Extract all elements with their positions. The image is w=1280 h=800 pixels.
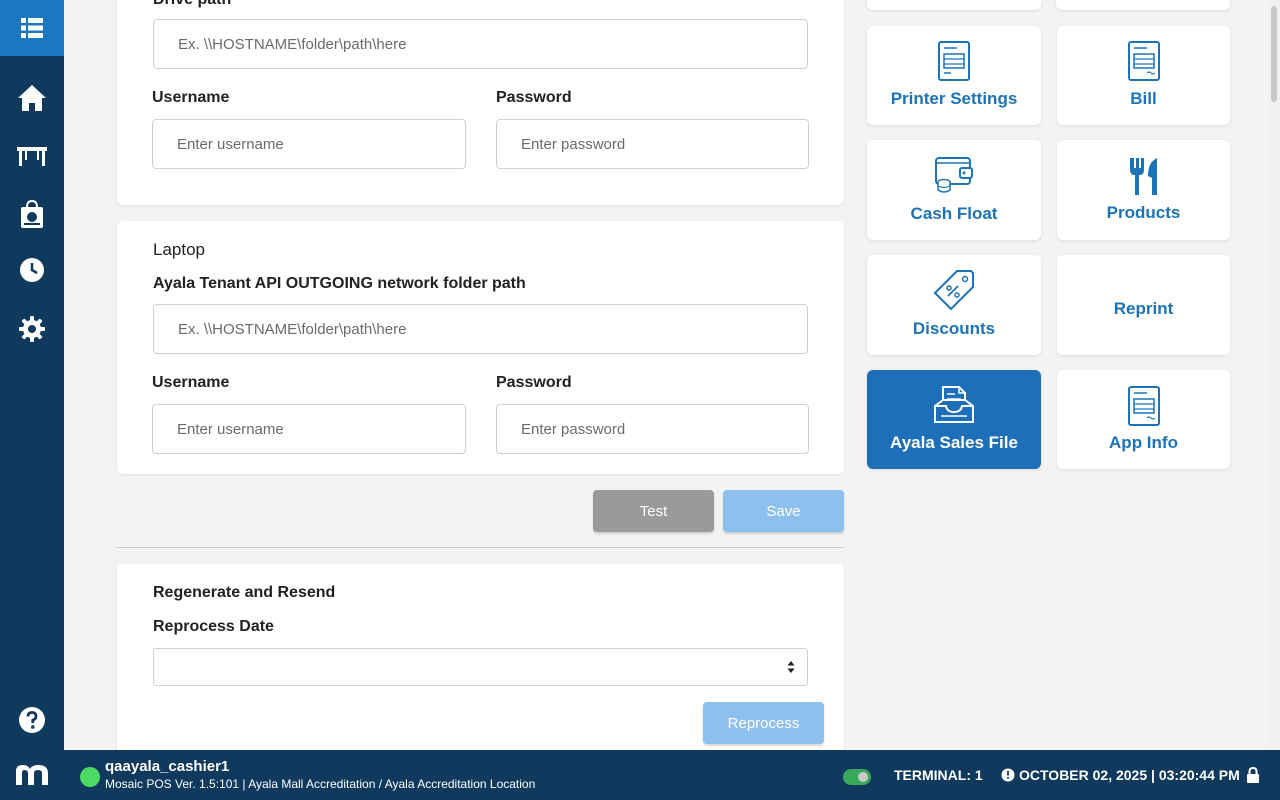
tile-label: Ayala Sales File — [890, 433, 1018, 452]
laptop-path-input[interactable] — [153, 304, 808, 354]
terminal-label: TERMINAL: 1 — [894, 767, 983, 783]
inbox-file-icon — [934, 386, 974, 423]
wallet-coins-icon — [935, 157, 973, 193]
drive-username-label: Username — [152, 89, 230, 106]
reprocess-date-label: Reprocess Date — [153, 618, 274, 635]
tile-label: Products — [1106, 203, 1181, 222]
mosaic-logo — [0, 750, 64, 800]
grid-menu-icon — [21, 18, 43, 38]
reprocess-date-select[interactable] — [153, 648, 808, 686]
discount-tag-icon — [933, 270, 974, 311]
sidebar-item-tables[interactable] — [0, 134, 64, 178]
laptop-password-label: Password — [496, 374, 572, 391]
drive-path-input[interactable] — [153, 19, 808, 69]
connection-toggle[interactable] — [843, 769, 871, 785]
version-info: Mosaic POS Ver. 1.5:101 | Ayala Mall Acc… — [105, 777, 536, 791]
scrollbar-thumb[interactable] — [1271, 6, 1277, 102]
vertical-scrollbar[interactable] — [1268, 0, 1280, 750]
tile-ayala-sales-file[interactable]: Ayala Sales File — [867, 370, 1041, 469]
laptop-password-input[interactable] — [496, 404, 809, 454]
table-icon — [17, 147, 47, 166]
fork-knife-icon — [1129, 158, 1157, 195]
tile-printer-settings[interactable]: Printer Settings — [867, 26, 1041, 125]
tile-discounts[interactable]: Discounts — [867, 255, 1041, 355]
lock-icon[interactable] — [1246, 767, 1260, 783]
laptop-path-label: Ayala Tenant API OUTGOING network folder… — [153, 275, 526, 292]
section-divider — [117, 547, 844, 548]
clock-icon — [20, 258, 44, 282]
tile-partial-left[interactable] — [867, 0, 1041, 10]
printer-doc-icon — [938, 41, 970, 81]
cashier-username: qaayala_cashier1 — [105, 758, 230, 775]
laptop-username-label: Username — [152, 374, 230, 391]
tile-label: Reprint — [1113, 299, 1174, 318]
online-status-dot — [80, 767, 100, 787]
sidebar-item-settings[interactable] — [0, 307, 64, 351]
test-button[interactable]: Test — [593, 490, 714, 532]
drive-password-input[interactable] — [496, 119, 809, 169]
reprocess-button[interactable]: Reprocess — [703, 702, 824, 744]
tile-label: Cash Float — [910, 204, 998, 223]
mosaic-logo-icon — [16, 765, 48, 785]
save-button[interactable]: Save — [723, 490, 844, 532]
takeout-bag-icon — [21, 199, 43, 228]
help-icon — [19, 707, 45, 733]
tile-app-info[interactable]: App Info — [1057, 370, 1230, 469]
tile-bill[interactable]: Bill — [1057, 26, 1230, 125]
tile-label: Bill — [1130, 89, 1157, 108]
laptop-username-input[interactable] — [152, 404, 466, 454]
drive-path-label: Drive path — [153, 0, 231, 9]
drive-username-input[interactable] — [152, 119, 466, 169]
sidebar-item-help[interactable] — [0, 698, 64, 742]
datetime-display: OCTOBER 02, 2025 | 03:20:44 PM — [1019, 767, 1240, 783]
gear-icon — [19, 316, 45, 342]
sidebar-item-takeout[interactable] — [0, 192, 64, 236]
sidebar-item-home[interactable] — [0, 76, 64, 120]
tile-partial-right[interactable] — [1056, 0, 1230, 10]
tile-cash-float[interactable]: Cash Float — [867, 140, 1041, 240]
sidebar — [0, 0, 64, 800]
select-arrows-icon — [787, 661, 795, 673]
drive-password-label: Password — [496, 89, 572, 106]
tile-label: Discounts — [912, 319, 996, 338]
tile-products[interactable]: Products — [1057, 140, 1230, 240]
tile-label: App Info — [1109, 433, 1178, 452]
clock-small-icon — [1001, 768, 1015, 782]
tile-reprint[interactable]: Reprint — [1057, 255, 1230, 355]
laptop-title: Laptop — [153, 240, 205, 259]
bill-doc-icon — [1127, 41, 1160, 81]
tile-label: Printer Settings — [890, 89, 1018, 108]
regenerate-title: Regenerate and Resend — [153, 584, 336, 601]
main-content: Drive path Username Password Laptop Ayal… — [64, 0, 1268, 750]
info-doc-icon — [1127, 386, 1160, 426]
sidebar-item-history[interactable] — [0, 248, 64, 292]
home-icon — [18, 85, 46, 111]
menu-grid-button[interactable] — [0, 0, 64, 56]
